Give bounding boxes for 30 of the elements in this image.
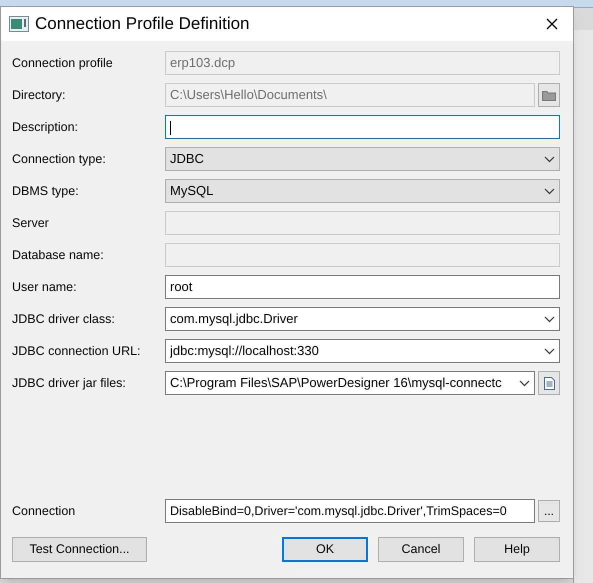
field-label: JDBC driver jar files: (12, 374, 127, 392)
dialog-button[interactable]: Cancel (378, 537, 464, 562)
field-label: Server (12, 214, 50, 232)
dropdown[interactable]: jdbc:mysql://localhost:330 (165, 339, 560, 363)
document-icon (544, 376, 554, 390)
ellipsis-button[interactable]: ... (538, 500, 560, 522)
file-button[interactable] (538, 371, 560, 395)
input-field[interactable]: DisableBind=0,Driver='com.mysql.jdbc.Driver',TrimSpaces=0 (165, 499, 535, 523)
window-title: Connection Profile Definition (35, 13, 250, 36)
close-icon (546, 18, 558, 30)
field-label: Connection type: (12, 150, 107, 168)
dropdown[interactable]: com.mysql.jdbc.Driver (165, 307, 560, 331)
field-label: DBMS type: (12, 182, 80, 200)
input-field[interactable] (165, 115, 560, 139)
dialog-button[interactable]: Help (474, 537, 560, 562)
dialog-button[interactable]: OK (282, 537, 368, 562)
field-label: Connection profile (12, 54, 114, 72)
dropdown[interactable]: C:\Program Files\SAP\PowerDesigner 16\mysql-connectc (165, 371, 535, 395)
field-label: Connection (12, 502, 76, 520)
field-label: User name: (12, 278, 78, 296)
dialog-button[interactable]: Test Connection... (12, 537, 147, 562)
field-label: JDBC connection URL: (12, 342, 142, 360)
field-label: Directory: (12, 86, 66, 104)
field-label: JDBC driver class: (12, 310, 116, 328)
app-icon (9, 16, 29, 32)
input-field[interactable]: root (165, 275, 560, 299)
field-label: Database name: (12, 246, 105, 264)
field-label: Description: (12, 118, 79, 136)
folder-icon (542, 90, 556, 100)
browse-button[interactable] (538, 83, 560, 107)
